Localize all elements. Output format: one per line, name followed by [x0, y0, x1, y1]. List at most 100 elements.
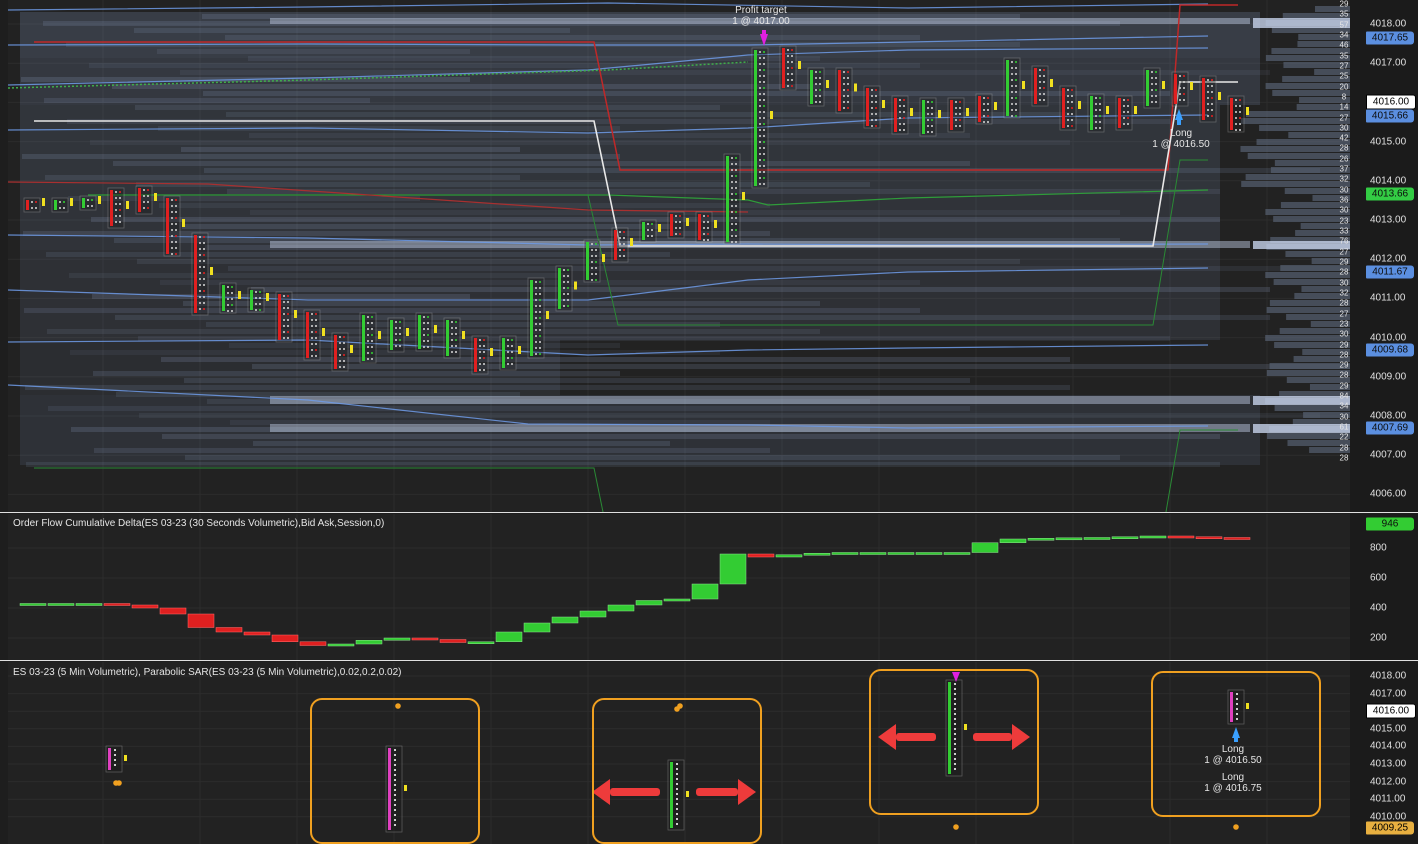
footprint-volume-dot	[875, 119, 877, 121]
footprint-volume-dot	[1039, 75, 1041, 77]
footprint-candle-body	[1062, 88, 1065, 128]
footprint-volume-dot	[1155, 83, 1157, 85]
volume-profile-label: 61	[1339, 422, 1349, 432]
cumulative-delta-panel[interactable]: Order Flow Cumulative Delta(ES 03-23 (30…	[8, 514, 1350, 660]
footprint-volume-dot	[847, 83, 849, 85]
footprint-volume-dot	[1043, 93, 1045, 95]
footprint-volume-dot	[199, 236, 201, 238]
footprint-volume-dot	[311, 343, 313, 345]
volume-profile-label: 32	[1339, 288, 1349, 298]
cumulative-delta-bar	[47, 603, 75, 606]
footprint-volume-dot	[1043, 87, 1045, 89]
panel-divider[interactable]	[0, 512, 1418, 513]
sar-axis-tick: 4018.00	[1370, 670, 1407, 682]
volume-profile-row	[184, 378, 970, 383]
footprint-volume-dot	[1015, 91, 1017, 93]
footprint-volume-dot	[1095, 127, 1097, 129]
footprint-volume-dot	[147, 195, 149, 197]
footprint-volume-dot	[703, 239, 705, 241]
price-axis-tick: 4007.00	[1370, 449, 1407, 461]
parabolic-sar-panel[interactable]: ES 03-23 (5 Min Volumetric), Parabolic S…	[8, 662, 1350, 844]
footprint-volume-dot	[199, 308, 201, 310]
footprint-volume-dot	[315, 331, 317, 333]
footprint-volume-dot	[343, 336, 345, 338]
footprint-volume-dot	[1207, 109, 1209, 111]
footprint-volume-dot	[731, 157, 733, 159]
price-tag-blue: 4017.65	[1366, 31, 1414, 45]
footprint-volume-dot	[815, 83, 817, 85]
footprint-volume-dot	[735, 205, 737, 207]
footprint-volume-dot	[563, 287, 565, 289]
session-volume-bar	[1241, 181, 1350, 187]
footprint-volume-dot	[371, 334, 373, 336]
panel-divider[interactable]	[0, 660, 1418, 661]
footprint-volume-dot	[539, 323, 541, 325]
cumulative-delta-axis[interactable]: 800 600 400 200 946	[1350, 514, 1418, 660]
footprint-volume-dot	[427, 334, 429, 336]
footprint-volume-dot	[735, 241, 737, 243]
volume-profile-label: 34	[1339, 30, 1349, 40]
footprint-volume-dot	[959, 107, 961, 109]
footprint-volume-dot	[1207, 97, 1209, 99]
footprint-volume-dot	[735, 157, 737, 159]
price-chart-panel[interactable]: Profit target 1 @ 4017.00 Long 1 @ 4016.…	[8, 0, 1350, 512]
volume-profile-row	[24, 308, 920, 313]
footprint-volume-dot	[63, 201, 65, 203]
footprint-volume-dot	[483, 357, 485, 359]
sar-axis-tick: 4012.00	[1370, 776, 1407, 788]
footprint-volume-dot	[287, 337, 289, 339]
footprint-candle-body	[586, 242, 589, 280]
footprint-volume-dot	[511, 351, 513, 353]
cumulative-delta-bar	[887, 552, 915, 555]
footprint-volume-dot	[1043, 99, 1045, 101]
poc-volume-bar	[1253, 241, 1350, 249]
volume-profile-row	[162, 434, 1220, 439]
footprint-volume-dot	[899, 99, 901, 101]
footprint-volume-dot	[1179, 87, 1181, 89]
footprint-volume-dot	[759, 147, 761, 149]
footprint-candle-body	[1118, 98, 1121, 128]
footprint-volume-dot	[731, 217, 733, 219]
parabolic-sar-axis[interactable]: 4018.00 4017.00 4015.00 4014.00 4013.00 4012.…	[1350, 662, 1418, 844]
price-axis[interactable]: 4018.004017.004016.004015.004014.004013.…	[1350, 0, 1418, 512]
footprint-volume-dot	[1015, 115, 1017, 117]
footprint-volume-dot	[399, 345, 401, 347]
footprint-volume-dot	[199, 302, 201, 304]
footprint-candle-body	[922, 100, 925, 134]
volume-profile-label: 84	[1339, 391, 1349, 401]
footprint-candle-body	[726, 156, 729, 242]
footprint-volume-dot	[115, 215, 117, 217]
footprint-volume-dot	[367, 328, 369, 330]
footprint-candle-body	[138, 188, 141, 212]
volume-profile-label: 29	[1339, 360, 1349, 370]
footprint-volume-dot	[539, 341, 541, 343]
footprint-volume-dot	[399, 339, 401, 341]
footprint-volume-dot	[595, 255, 597, 257]
footprint-volume-dot	[763, 153, 765, 155]
cumulative-delta-bar	[19, 603, 47, 606]
cumulative-delta-bar	[635, 600, 663, 606]
footprint-volume-dot	[175, 205, 177, 207]
footprint-volume-dot	[819, 101, 821, 103]
footprint-volume-dot	[647, 235, 649, 237]
footprint-volume-dot	[511, 339, 513, 341]
footprint-candle-body	[698, 214, 701, 240]
footprint-volume-dot	[871, 113, 873, 115]
stop-line	[34, 467, 604, 512]
long-entry-detail-1: 1 @ 4016.50	[1204, 755, 1262, 766]
cumulative-delta-bar	[299, 641, 327, 646]
footprint-candle-body	[866, 88, 869, 126]
footprint-volume-dot	[119, 221, 121, 223]
footprint-volume-dot	[203, 302, 205, 304]
footprint-volume-dot	[1235, 129, 1237, 131]
footprint-volume-dot	[1015, 73, 1017, 75]
footprint-volume-dot	[1011, 73, 1013, 75]
footprint-volume-dot	[871, 89, 873, 91]
footprint-volume-dot	[903, 129, 905, 131]
footprint-volume-dot	[427, 340, 429, 342]
footprint-volume-dot	[1015, 61, 1017, 63]
footprint-volume-dot	[1127, 117, 1129, 119]
footprint-volume-dot	[1179, 99, 1181, 101]
footprint-volume-dot	[171, 229, 173, 231]
cumulative-delta-bar	[663, 598, 691, 602]
